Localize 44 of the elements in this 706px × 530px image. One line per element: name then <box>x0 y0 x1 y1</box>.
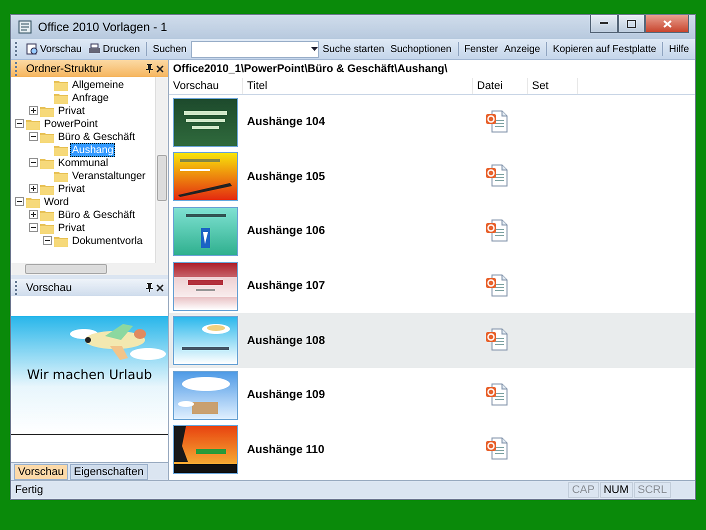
template-title: Aushänge 105 <box>246 170 326 183</box>
template-title: Aushänge 104 <box>246 116 326 128</box>
toolbar-button[interactable]: Suchoptionen <box>388 42 454 56</box>
window-title: Office 2010 Vorlagen - 1 <box>38 20 168 34</box>
key-indicator: CAP <box>568 482 599 498</box>
tree-item[interactable]: Privat <box>56 182 87 196</box>
status-text: Fertig <box>15 484 44 496</box>
tree-item[interactable]: Veranstaltunger <box>70 168 148 182</box>
key-indicator: NUM <box>600 482 633 498</box>
template-title: Aushänge 109 <box>246 389 326 402</box>
toolbar-button[interactable]: Vorschau <box>24 42 84 56</box>
template-title: Aushänge 107 <box>246 280 326 292</box>
column-header[interactable]: Titel <box>243 78 473 94</box>
tree-item[interactable]: PowerPoint <box>42 116 100 130</box>
tree-item[interactable]: Anfrage <box>70 90 111 104</box>
tree-item[interactable]: Büro & Geschäft <box>56 130 138 144</box>
tree-item[interactable]: Büro & Geschäft <box>56 208 138 222</box>
tree-item[interactable]: Kommunal <box>56 156 110 170</box>
toolbar-button[interactable]: Anzeige <box>502 42 542 56</box>
tree-item[interactable]: Dokumentvorla <box>70 234 145 248</box>
tree-item[interactable]: Word <box>42 194 71 208</box>
toolbar-button[interactable]: Fenster <box>462 42 500 56</box>
toolbar-button[interactable]: Suche starten <box>320 42 386 56</box>
search-label: Suchen <box>152 44 188 54</box>
slide-title: Wir machen Urlaub <box>27 368 152 383</box>
template-title: Aushänge 108 <box>246 334 326 347</box>
column-header[interactable]: Vorschau <box>169 78 243 94</box>
folder-path: Office2010_1\PowerPoint\Büro & Geschäft\Aushang\ <box>172 62 448 77</box>
panel-tab[interactable]: Eigenschaften <box>70 464 148 480</box>
toolbar-button[interactable]: Kopieren auf Festplatte <box>550 42 658 56</box>
tree-item[interactable]: Privat <box>56 104 87 118</box>
key-indicator: SCRL <box>634 482 671 498</box>
tree-item[interactable]: Allgemeine <box>70 78 126 92</box>
toolbar-button[interactable]: Drucken <box>86 42 142 56</box>
panel-tab[interactable]: Vorschau <box>14 464 68 480</box>
toolbar-button[interactable]: Hilfe <box>667 42 692 56</box>
template-row[interactable]: Aushänge 108 <box>169 313 695 368</box>
tree-item[interactable]: Privat <box>56 220 87 234</box>
template-title: Aushänge 110 <box>246 444 326 456</box>
column-header[interactable]: Datei <box>473 78 528 94</box>
template-title: Aushänge 106 <box>246 225 326 238</box>
panel-title: Ordner-Struktur <box>26 62 104 74</box>
column-header[interactable]: Set <box>528 78 578 94</box>
panel-title: Vorschau <box>26 282 73 294</box>
